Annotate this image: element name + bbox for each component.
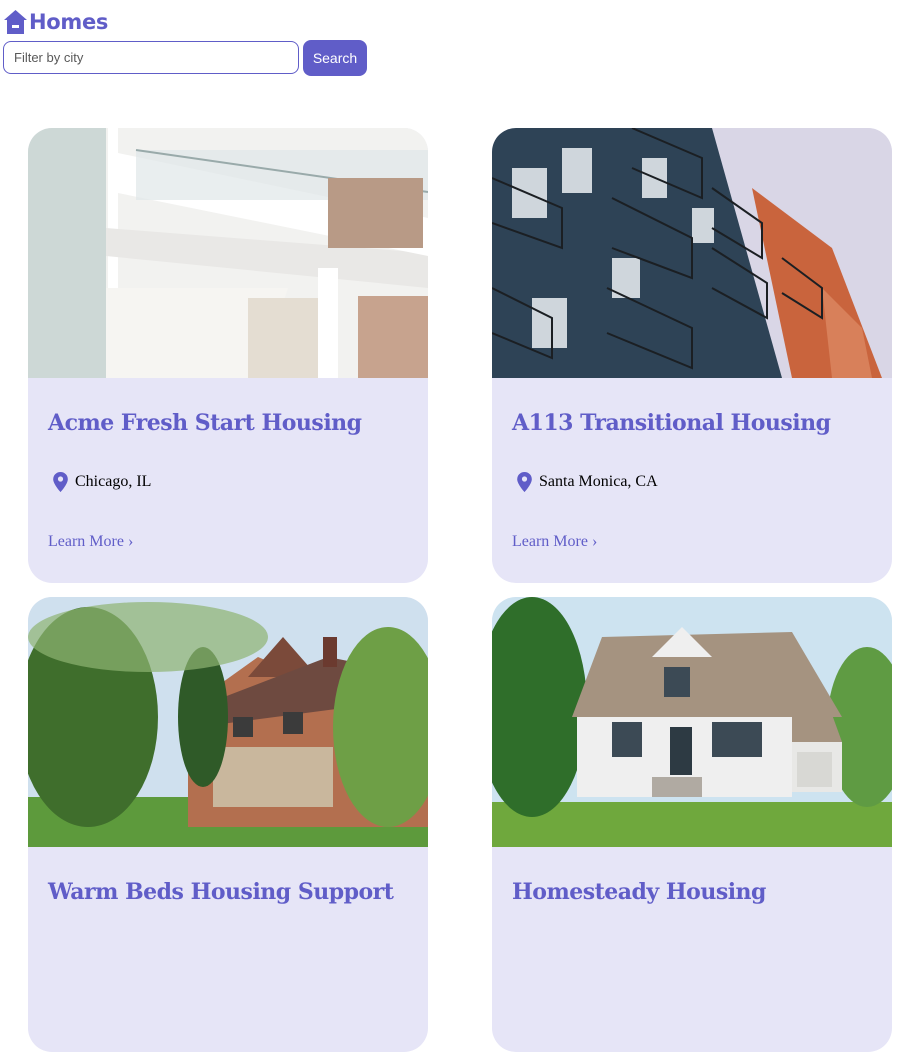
listing-title: A113 Transitional Housing	[512, 410, 831, 436]
listing-card: A113 Transitional Housing Santa Monica, …	[492, 128, 892, 583]
listing-card: Warm Beds Housing Support	[28, 597, 428, 1052]
app-title: Homes	[29, 10, 109, 34]
listing-title: Warm Beds Housing Support	[48, 879, 394, 905]
listing-location: Chicago, IL	[52, 471, 151, 493]
city-filter-input[interactable]	[3, 41, 299, 74]
listing-title: Acme Fresh Start Housing	[48, 410, 362, 436]
listing-card: Acme Fresh Start Housing Chicago, IL Lea…	[28, 128, 428, 583]
listing-photo	[28, 597, 428, 847]
location-pin-icon	[516, 471, 533, 493]
app-header: Homes	[3, 6, 108, 38]
listing-city: Santa Monica, CA	[539, 473, 658, 490]
listing-card: Homesteady Housing	[492, 597, 892, 1052]
listing-photo	[28, 128, 428, 378]
listing-photo	[492, 597, 892, 847]
learn-more-link[interactable]: Learn More ›	[512, 533, 597, 551]
house-icon	[3, 6, 28, 38]
learn-more-link[interactable]: Learn More ›	[48, 533, 133, 551]
listing-location: Santa Monica, CA	[516, 471, 658, 493]
listing-city: Chicago, IL	[75, 473, 152, 490]
search-button[interactable]: Search	[303, 40, 367, 76]
listing-title: Homesteady Housing	[512, 879, 766, 905]
listing-photo	[492, 128, 892, 378]
search-form: Search	[3, 40, 367, 76]
location-pin-icon	[52, 471, 69, 493]
